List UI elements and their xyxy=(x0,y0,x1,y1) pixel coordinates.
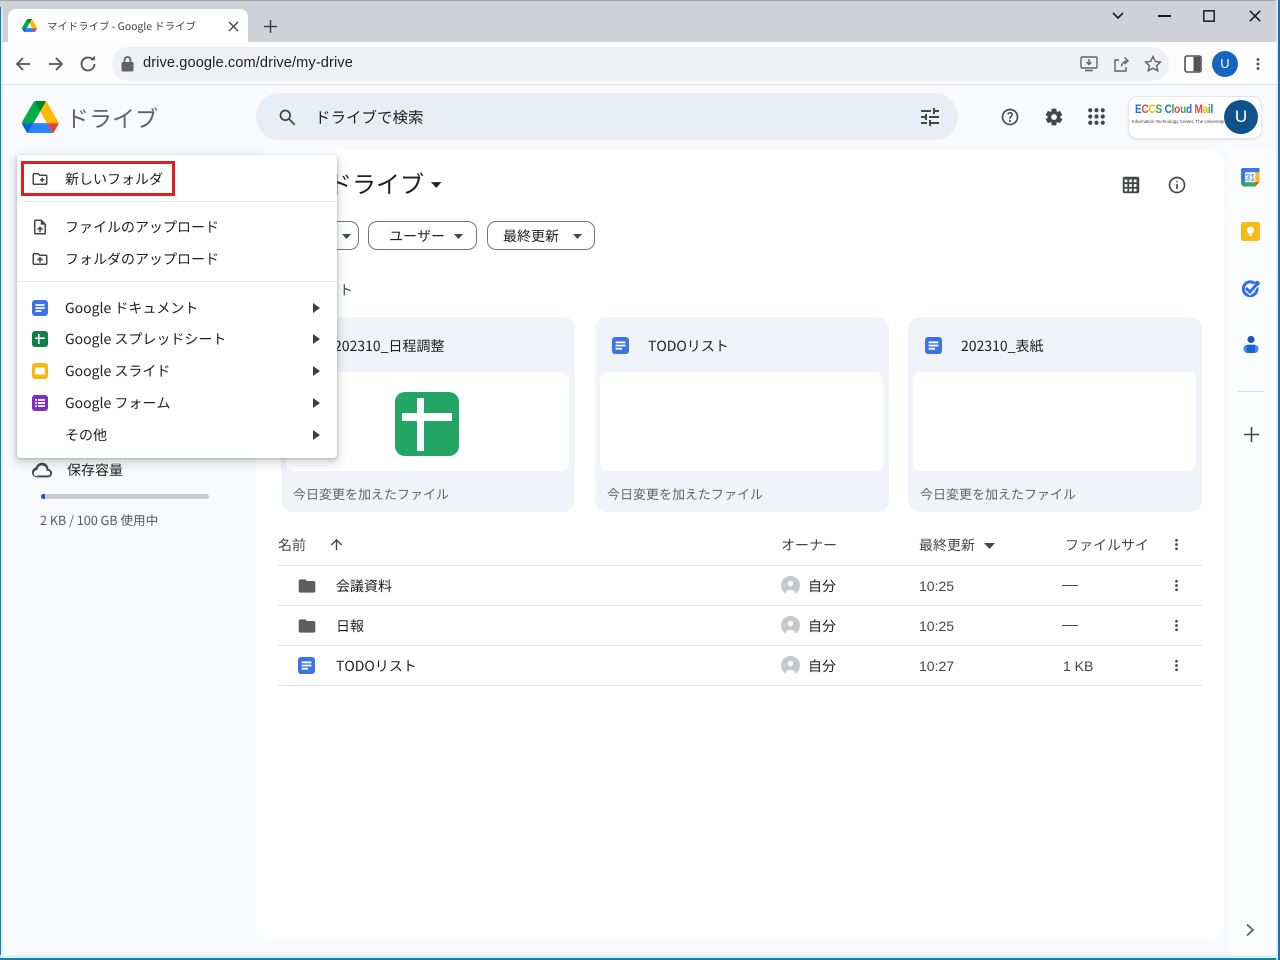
svg-text:31: 31 xyxy=(1245,173,1255,183)
